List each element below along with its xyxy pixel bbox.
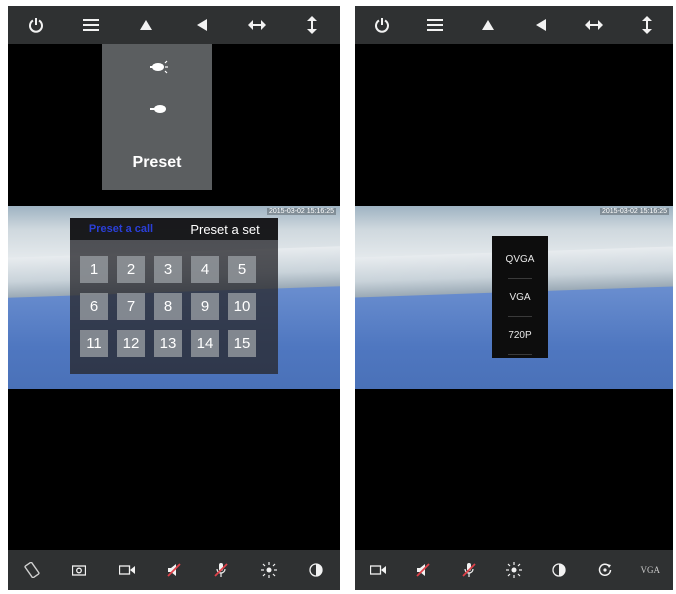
brightness-icon[interactable]	[503, 559, 525, 581]
preset-button[interactable]: 5	[228, 256, 256, 283]
flip-up-icon[interactable]	[477, 14, 499, 36]
pan-horizontal-icon[interactable]	[583, 14, 605, 36]
mic-muted-icon[interactable]	[210, 559, 232, 581]
menu-icon[interactable]	[424, 14, 446, 36]
power-icon[interactable]	[371, 14, 393, 36]
preset-button[interactable]: 2	[117, 256, 145, 283]
resolution-option-720p[interactable]: 720P	[492, 316, 548, 354]
preset-button[interactable]: 11	[80, 330, 108, 357]
flip-left-icon[interactable]	[191, 14, 213, 36]
flip-up-icon[interactable]	[135, 14, 157, 36]
screen-left: Preset 2015-03-02 15:16:25 Preset a call…	[8, 6, 340, 590]
resolution-button[interactable]: VGA	[639, 559, 661, 581]
video-record-icon[interactable]	[367, 559, 389, 581]
top-toolbar	[8, 6, 340, 44]
camera-icon[interactable]	[68, 559, 90, 581]
panel-divider	[340, 0, 355, 594]
preset-button[interactable]: 3	[154, 256, 182, 283]
preset-button[interactable]: 13	[154, 330, 182, 357]
light-off-icon[interactable]	[102, 96, 212, 122]
preset-menu-item[interactable]: Preset	[102, 148, 212, 178]
speaker-muted-icon[interactable]	[412, 559, 434, 581]
preset-button[interactable]: 9	[191, 293, 219, 320]
menu-separator	[508, 354, 532, 355]
preset-button[interactable]: 14	[191, 330, 219, 357]
preset-button[interactable]: 4	[191, 256, 219, 283]
preset-tabs: Preset a call Preset a set	[70, 218, 278, 240]
tab-preset-set[interactable]: Preset a set	[172, 222, 278, 237]
preset-button[interactable]: 12	[117, 330, 145, 357]
mic-muted-icon[interactable]	[458, 559, 480, 581]
speaker-muted-icon[interactable]	[163, 559, 185, 581]
resolution-option-qvga[interactable]: QVGA	[492, 240, 548, 278]
rotate-icon[interactable]	[21, 559, 43, 581]
resolution-menu: QVGA VGA 720P	[492, 236, 548, 358]
bottom-toolbar	[8, 550, 340, 590]
preset-number-grid: 1 2 3 4 5 6 7 8 9 10 11 12 13 14 15	[80, 256, 270, 357]
reset-icon[interactable]	[594, 559, 616, 581]
flip-left-icon[interactable]	[530, 14, 552, 36]
top-toolbar	[355, 6, 673, 44]
bottom-toolbar: VGA	[355, 550, 673, 590]
video-record-icon[interactable]	[116, 559, 138, 581]
video-timestamp: 2015-03-02 15:16:25	[600, 208, 669, 215]
pan-horizontal-icon[interactable]	[246, 14, 268, 36]
brightness-icon[interactable]	[258, 559, 280, 581]
preset-button[interactable]: 1	[80, 256, 108, 283]
preset-button[interactable]: 10	[228, 293, 256, 320]
resolution-option-vga[interactable]: VGA	[492, 278, 548, 316]
preset-panel: Preset a call Preset a set 1 2 3 4 5 6 7…	[70, 218, 278, 374]
screen-right: 2015-03-02 15:16:25 QVGA VGA 720P VGA	[355, 6, 673, 590]
light-preset-menu: Preset	[102, 44, 212, 190]
tab-preset-call[interactable]: Preset a call	[70, 223, 172, 235]
contrast-icon[interactable]	[305, 559, 327, 581]
pan-vertical-icon[interactable]	[301, 14, 323, 36]
preset-button[interactable]: 15	[228, 330, 256, 357]
preset-button[interactable]: 6	[80, 293, 108, 320]
light-on-icon[interactable]	[102, 54, 212, 80]
power-icon[interactable]	[25, 14, 47, 36]
video-timestamp: 2015-03-02 15:16:25	[267, 208, 336, 215]
pan-vertical-icon[interactable]	[636, 14, 658, 36]
preset-button[interactable]: 7	[117, 293, 145, 320]
preset-button[interactable]: 8	[154, 293, 182, 320]
contrast-icon[interactable]	[548, 559, 570, 581]
menu-icon[interactable]	[80, 14, 102, 36]
